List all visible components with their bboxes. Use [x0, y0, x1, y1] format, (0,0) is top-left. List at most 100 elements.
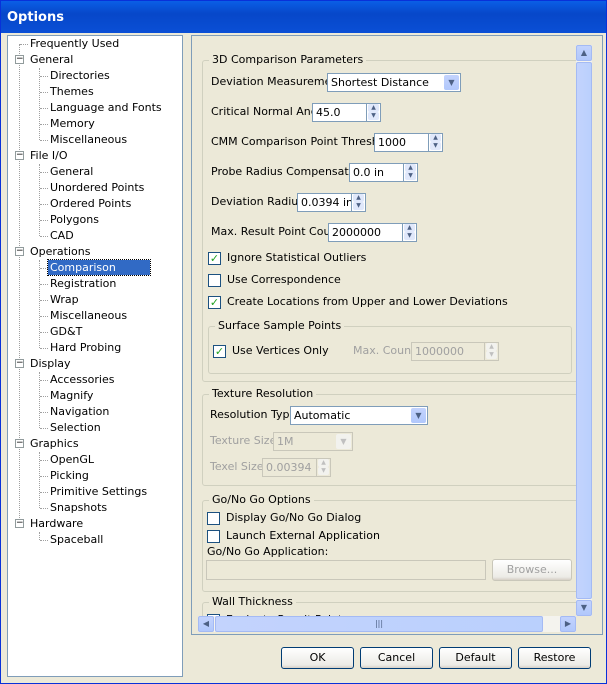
- scroll-right-icon[interactable]: ▶: [560, 616, 576, 632]
- tree-item-comparison[interactable]: Comparison: [47, 259, 151, 276]
- use-correspondence-checkbox[interactable]: [208, 274, 221, 287]
- tree-item-magnify[interactable]: Magnify: [48, 388, 95, 403]
- tree-item-hardware[interactable]: Hardware: [28, 516, 85, 531]
- max-result-spinner[interactable]: ▲ ▼: [402, 223, 417, 242]
- tree-item-navigation[interactable]: Navigation: [48, 404, 111, 419]
- tree-item-themes[interactable]: Themes: [48, 84, 96, 99]
- scroll-down-icon[interactable]: ▼: [576, 600, 592, 616]
- browse-button[interactable]: Browse...: [492, 559, 572, 581]
- max-count-spinner[interactable]: ▲ ▼: [484, 342, 499, 361]
- spin-up-icon[interactable]: ▲: [486, 343, 497, 351]
- deviation-radius-input[interactable]: 0.0394 in: [297, 193, 353, 212]
- tree-item-language-fonts[interactable]: Language and Fonts: [48, 100, 164, 115]
- tree-item-hard-probing[interactable]: Hard Probing: [48, 340, 123, 355]
- horizontal-scroll-thumb[interactable]: |||: [215, 616, 543, 632]
- ok-button[interactable]: OK: [281, 647, 354, 669]
- tree-item-primitive-settings[interactable]: Primitive Settings: [48, 484, 149, 499]
- tree-item-wrap[interactable]: Wrap: [48, 292, 81, 307]
- ignore-outliers-label: Ignore Statistical Outliers: [227, 251, 367, 264]
- vertical-scroll-thumb[interactable]: [576, 62, 592, 599]
- critical-normal-angle-spinner[interactable]: ▲ ▼: [366, 103, 381, 122]
- tree-item-general[interactable]: General: [28, 52, 75, 67]
- horizontal-scrollbar[interactable]: ◀ ||| ▶: [198, 616, 576, 632]
- spin-down-icon[interactable]: ▼: [368, 112, 379, 120]
- gonogo-application-label: Go/No Go Application:: [207, 545, 329, 558]
- spin-up-icon[interactable]: ▲: [404, 224, 415, 232]
- tree-item-fileio-general[interactable]: General: [48, 164, 95, 179]
- max-result-input[interactable]: 2000000: [328, 223, 404, 242]
- collapse-icon[interactable]: −: [15, 151, 24, 160]
- display-gonogo-checkbox[interactable]: [207, 512, 220, 525]
- cmm-threshold-spinner[interactable]: ▲ ▼: [428, 133, 443, 152]
- spin-up-icon[interactable]: ▲: [368, 104, 379, 112]
- settings-panel: 3D Comparison Parameters Deviation Measu…: [191, 35, 603, 635]
- tree-item-accessories[interactable]: Accessories: [48, 372, 116, 387]
- spin-down-icon[interactable]: ▼: [405, 172, 416, 180]
- launch-external-checkbox[interactable]: [207, 530, 220, 543]
- resolution-type-value: Automatic: [294, 409, 351, 422]
- use-vertices-checkbox[interactable]: ✓: [213, 345, 226, 358]
- chevron-down-icon: ▼: [411, 408, 426, 423]
- tree-item-miscellaneous[interactable]: Miscellaneous: [48, 132, 129, 147]
- collapse-icon[interactable]: −: [15, 359, 24, 368]
- deviation-radius-spinner[interactable]: ▲ ▼: [351, 193, 366, 212]
- resolution-type-select[interactable]: Automatic ▼: [290, 406, 428, 425]
- collapse-icon[interactable]: −: [15, 519, 24, 528]
- tree-item-frequently-used[interactable]: Frequently Used: [28, 36, 121, 51]
- collapse-icon[interactable]: −: [15, 439, 24, 448]
- max-count-input[interactable]: 1000000: [411, 342, 487, 361]
- tree-item-snapshots[interactable]: Snapshots: [48, 500, 109, 515]
- deviation-measurement-select[interactable]: Shortest Distance ▼: [327, 73, 461, 92]
- texture-size-label: Texture Size: [210, 434, 277, 447]
- tree-branch: [40, 92, 48, 93]
- ignore-outliers-checkbox[interactable]: ✓: [208, 252, 221, 265]
- collapse-icon[interactable]: −: [15, 55, 24, 64]
- texel-size-input[interactable]: 0.00394 in: [262, 458, 318, 477]
- cmm-threshold-input[interactable]: 1000: [374, 133, 430, 152]
- tree-item-directories[interactable]: Directories: [48, 68, 112, 83]
- tree-item-memory[interactable]: Memory: [48, 116, 97, 131]
- texel-size-spinner[interactable]: ▲ ▼: [316, 458, 331, 477]
- tree-item-unordered-points[interactable]: Unordered Points: [48, 180, 146, 195]
- spin-up-icon[interactable]: ▲: [405, 164, 416, 172]
- spin-up-icon[interactable]: ▲: [353, 194, 364, 202]
- tree-branch: [40, 204, 48, 205]
- tree-item-display[interactable]: Display: [28, 356, 73, 371]
- tree-branch: [40, 540, 48, 541]
- probe-radius-spinner[interactable]: ▲ ▼: [403, 163, 418, 182]
- probe-radius-input[interactable]: 0.0 in: [349, 163, 405, 182]
- gonogo-application-input[interactable]: [206, 560, 486, 580]
- tree-item-polygons[interactable]: Polygons: [48, 212, 101, 227]
- spin-down-icon[interactable]: ▼: [353, 202, 364, 210]
- tree-item-file-io[interactable]: File I/O: [28, 148, 70, 163]
- spin-down-icon[interactable]: ▼: [318, 467, 329, 475]
- scroll-left-icon[interactable]: ◀: [198, 616, 214, 632]
- spin-down-icon[interactable]: ▼: [486, 351, 497, 359]
- spin-up-icon[interactable]: ▲: [318, 459, 329, 467]
- tree-item-spaceball[interactable]: Spaceball: [48, 532, 105, 547]
- tree-item-operations[interactable]: Operations: [28, 244, 92, 259]
- scroll-up-icon[interactable]: ▲: [576, 45, 592, 61]
- cancel-button[interactable]: Cancel: [360, 647, 433, 669]
- tree-item-graphics[interactable]: Graphics: [28, 436, 81, 451]
- critical-normal-angle-input[interactable]: 45.0: [312, 103, 368, 122]
- tree-item-ordered-points[interactable]: Ordered Points: [48, 196, 133, 211]
- tree-item-selection[interactable]: Selection: [48, 420, 103, 435]
- spin-down-icon[interactable]: ▼: [404, 232, 415, 240]
- tree-item-registration[interactable]: Registration: [48, 276, 118, 291]
- collapse-icon[interactable]: −: [15, 247, 24, 256]
- tree-item-picking[interactable]: Picking: [48, 468, 91, 483]
- tree-item-ops-miscellaneous[interactable]: Miscellaneous: [48, 308, 129, 323]
- default-button[interactable]: Default: [439, 647, 512, 669]
- tree-item-gdt[interactable]: GD&T: [48, 324, 84, 339]
- tree-branch: [40, 460, 48, 461]
- create-locations-checkbox[interactable]: ✓: [208, 296, 221, 309]
- options-tree[interactable]: Frequently Used − General Directories Th…: [7, 35, 183, 677]
- restore-button[interactable]: Restore: [518, 647, 591, 669]
- texture-size-select[interactable]: 1M ▼: [273, 432, 353, 451]
- spin-down-icon[interactable]: ▼: [430, 142, 441, 150]
- vertical-scrollbar[interactable]: ▲ ▼: [576, 45, 592, 616]
- tree-item-opengl[interactable]: OpenGL: [48, 452, 96, 467]
- tree-item-cad[interactable]: CAD: [48, 228, 76, 243]
- spin-up-icon[interactable]: ▲: [430, 134, 441, 142]
